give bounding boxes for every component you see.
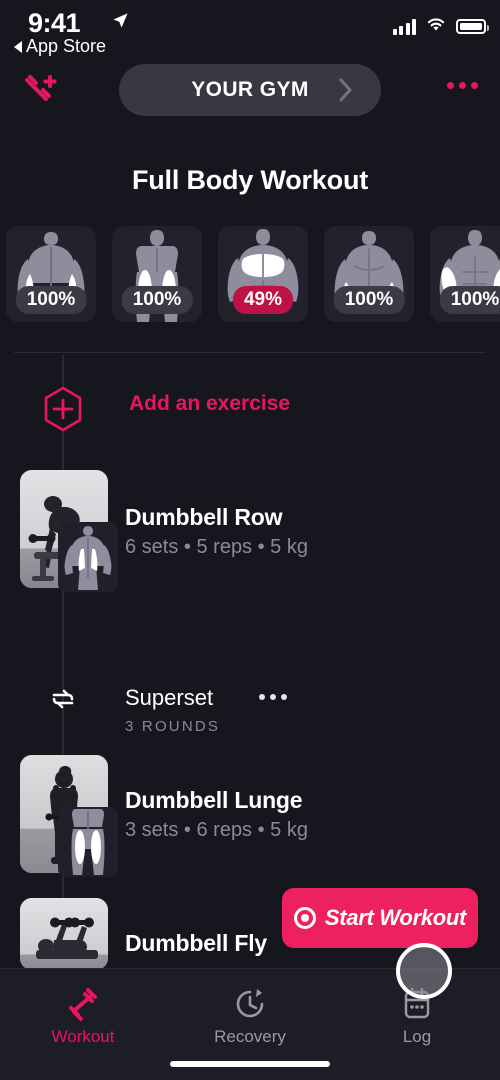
cellular-signal-icon [392,18,416,35]
app-screen: 9:41 App Store YOUR GYM Full Body Workou… [0,0,500,1080]
wifi-icon [425,16,447,37]
gym-selector-button[interactable]: YOUR GYM [119,64,381,116]
superset-rounds: 3 ROUNDS [125,718,221,735]
location-arrow-icon [112,12,129,34]
exercise-row-dumbbell-row[interactable]: Dumbbell Row 6 sets • 5 reps • 5 kg [0,470,500,600]
section-divider [14,352,486,353]
quadriceps-diagram [58,807,118,877]
touch-cursor [396,943,452,999]
dumbbell-icon [0,983,166,1025]
tab-recovery[interactable]: Recovery [167,983,333,1047]
app-header: YOUR GYM [0,62,500,118]
start-workout-label: Start Workout [324,905,467,930]
back-label: App Store [26,36,107,56]
muscle-percent-badge: 100% [439,286,500,314]
exercise-meta: 3 sets • 6 reps • 5 kg [125,819,308,841]
muscle-percent-badge: 100% [15,286,87,314]
muscle-coverage-strip[interactable]: 100% 100% 49% 100% 100% [0,226,500,322]
tab-workout[interactable]: Workout [0,983,166,1047]
muscle-card-3[interactable]: 100% [324,226,414,322]
page-title: Full Body Workout [131,165,369,195]
muscle-card-0[interactable]: 100% [6,226,96,322]
repeat-icon [48,684,78,714]
back-triangle-icon [14,40,22,53]
tab-label: Workout [51,1027,115,1046]
muscle-card-4[interactable]: 100% [430,226,500,322]
superset-more-horizontal-icon[interactable] [259,694,287,700]
exercise-thumbnail[interactable] [20,898,108,970]
add-exercise-row[interactable]: Add an exercise [0,382,500,434]
superset-title: Superset [125,685,214,710]
back-to-app-store-link[interactable]: App Store [14,36,106,57]
chevron-right-icon [339,78,353,107]
exercise-name: Dumbbell Fly [125,930,268,956]
muscle-percent-badge: 100% [121,286,193,314]
start-workout-button[interactable]: Start Workout [282,888,478,948]
status-bar: 9:41 App Store [0,0,500,60]
exercise-name: Dumbbell Row [125,504,283,530]
record-circle-icon [293,907,316,929]
more-horizontal-icon[interactable] [447,82,478,89]
dumbbell-plus-icon[interactable] [20,72,60,108]
tab-label: Log [402,1027,432,1046]
status-icons [392,16,489,37]
exercise-meta: 6 sets • 5 reps • 5 kg [125,536,308,558]
clock-rotate-icon [167,983,333,1025]
exercise-row-dumbbell-lunge[interactable]: Dumbbell Lunge 3 sets • 6 reps • 5 kg [0,755,500,885]
hexagon-plus-icon[interactable] [42,386,84,432]
home-indicator [170,1061,330,1067]
tab-label: Recovery [214,1027,286,1046]
add-exercise-label: Add an exercise [129,392,291,415]
muscle-percent-badge: 49% [232,286,294,314]
muscle-percent-badge: 100% [333,286,405,314]
battery-full-icon [456,19,489,34]
status-time: 9:41 [28,8,81,38]
gym-label: YOUR GYM [191,78,309,101]
person-bench-fly-photo [20,898,108,970]
muscle-card-1[interactable]: 100% [112,226,202,322]
exercise-name: Dumbbell Lunge [125,787,303,813]
muscle-card-2[interactable]: 49% [218,226,308,322]
back-lats-diagram [58,522,118,592]
